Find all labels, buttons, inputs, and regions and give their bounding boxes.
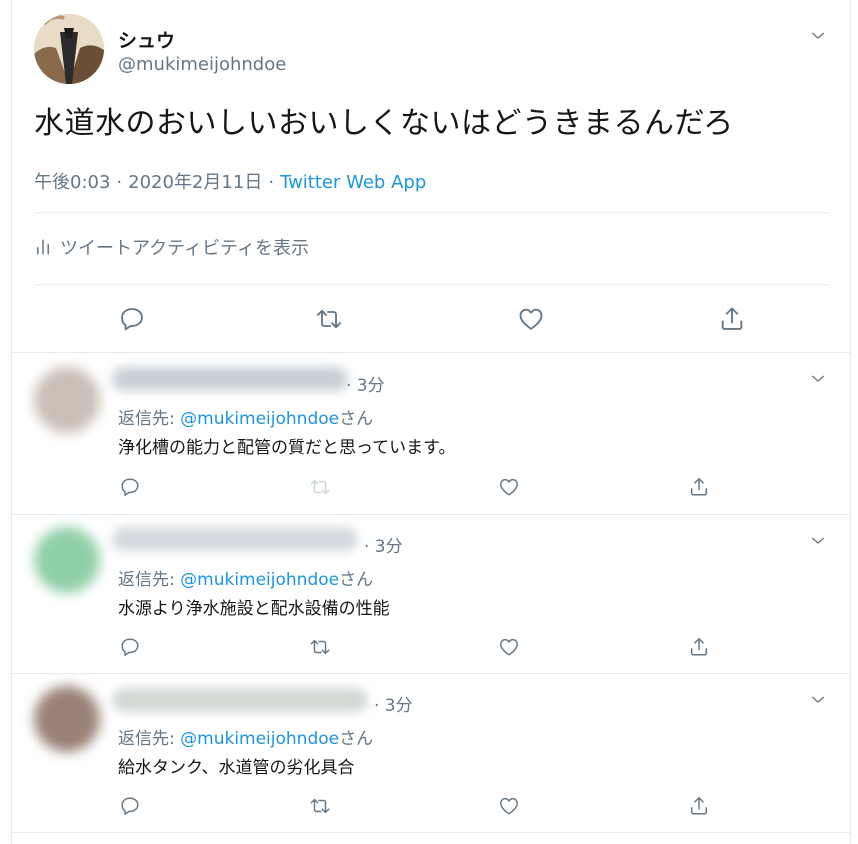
- share-icon[interactable]: [687, 475, 711, 499]
- tweet-text: 水道水のおいしいおいしくないはどうきまるんだろ: [34, 106, 734, 141]
- redacted-username: [112, 367, 348, 391]
- tweet-time[interactable]: 午後0:03: [34, 172, 110, 193]
- chevron-down-icon[interactable]: [810, 533, 826, 549]
- meta-separator: ·: [116, 172, 123, 193]
- view-activity-link[interactable]: ツイートアクティビティを表示: [34, 234, 309, 260]
- timeline-column: シュウ @mukimeijohndoe 水道水のおいしいおいしくないはどうきまる…: [11, 0, 851, 844]
- user-handle[interactable]: @mukimeijohndoe: [118, 54, 286, 75]
- display-name[interactable]: シュウ: [118, 26, 175, 53]
- activity-bars-icon: [34, 238, 52, 256]
- meta-separator: ·: [268, 172, 275, 193]
- reply-icon[interactable]: [117, 304, 147, 334]
- retweet-icon: [308, 475, 332, 499]
- avatar[interactable]: [34, 527, 100, 593]
- avatar[interactable]: [34, 367, 100, 433]
- activity-label: ツイートアクティビティを表示: [60, 238, 309, 259]
- avatar[interactable]: [34, 686, 100, 752]
- reply-context: 返信先: @mukimeijohndoeさん: [118, 565, 373, 590]
- redacted-username: [112, 688, 368, 712]
- tweet-date[interactable]: 2020年2月11日: [128, 172, 262, 193]
- share-icon[interactable]: [717, 304, 747, 334]
- share-icon[interactable]: [687, 794, 711, 818]
- divider: [34, 212, 830, 213]
- retweet-icon[interactable]: [308, 794, 332, 818]
- main-tweet: シュウ @mukimeijohndoe 水道水のおいしいおいしくないはどうきまる…: [12, 0, 850, 353]
- chevron-down-icon[interactable]: [810, 371, 826, 387]
- reply-to-suffix: さん: [339, 570, 374, 590]
- share-icon[interactable]: [687, 635, 711, 659]
- divider: [34, 284, 830, 285]
- chevron-down-icon[interactable]: [810, 28, 826, 44]
- reply-text: 給水タンク、水道管の劣化具合: [118, 758, 355, 778]
- reply-to-suffix: さん: [339, 409, 374, 429]
- like-icon[interactable]: [497, 635, 521, 659]
- retweet-icon[interactable]: [308, 635, 332, 659]
- reply-icon[interactable]: [118, 794, 142, 818]
- reply-context: 返信先: @mukimeijohndoeさん: [118, 404, 373, 429]
- avatar[interactable]: [34, 14, 104, 84]
- tweet-meta: 午後0:03 · 2020年2月11日 · Twitter Web App: [34, 168, 426, 194]
- like-icon[interactable]: [497, 794, 521, 818]
- reply-icon[interactable]: [118, 635, 142, 659]
- reply-to-label: 返信先:: [118, 409, 181, 429]
- reply-to-suffix: さん: [339, 729, 374, 749]
- reply-tweet[interactable]: · 3分 返信先: @mukimeijohndoeさん 給水タンク、水道管の劣化…: [12, 674, 850, 833]
- reply-mention-link[interactable]: @mukimeijohndoe: [180, 570, 339, 590]
- like-icon[interactable]: [497, 475, 521, 499]
- reply-mention-link[interactable]: @mukimeijohndoe: [180, 729, 339, 749]
- reply-tweet[interactable]: · 3分 返信先: @mukimeijohndoeさん 水源より浄水施設と配水設…: [12, 515, 850, 674]
- reply-icon[interactable]: [118, 475, 142, 499]
- reply-to-label: 返信先:: [118, 729, 181, 749]
- redacted-username: [112, 527, 358, 551]
- reply-time[interactable]: · 3分: [364, 532, 403, 557]
- reply-to-label: 返信先:: [118, 570, 181, 590]
- retweet-icon[interactable]: [314, 304, 344, 334]
- chevron-down-icon[interactable]: [810, 692, 826, 708]
- reply-text: 水源より浄水施設と配水設備の性能: [118, 599, 390, 619]
- reply-tweet[interactable]: · 3分 返信先: @mukimeijohndoeさん 浄化槽の能力と配管の質だ…: [12, 353, 850, 515]
- reply-text: 浄化槽の能力と配管の質だと思っています。: [118, 438, 456, 458]
- tweet-source-link[interactable]: Twitter Web App: [280, 172, 426, 193]
- reply-time[interactable]: · 3分: [346, 371, 385, 396]
- reply-context: 返信先: @mukimeijohndoeさん: [118, 724, 373, 749]
- like-icon[interactable]: [516, 304, 546, 334]
- reply-time[interactable]: · 3分: [374, 691, 413, 716]
- tweet-detail-page: シュウ @mukimeijohndoe 水道水のおいしいおいしくないはどうきまる…: [0, 0, 858, 844]
- reply-mention-link[interactable]: @mukimeijohndoe: [180, 409, 339, 429]
